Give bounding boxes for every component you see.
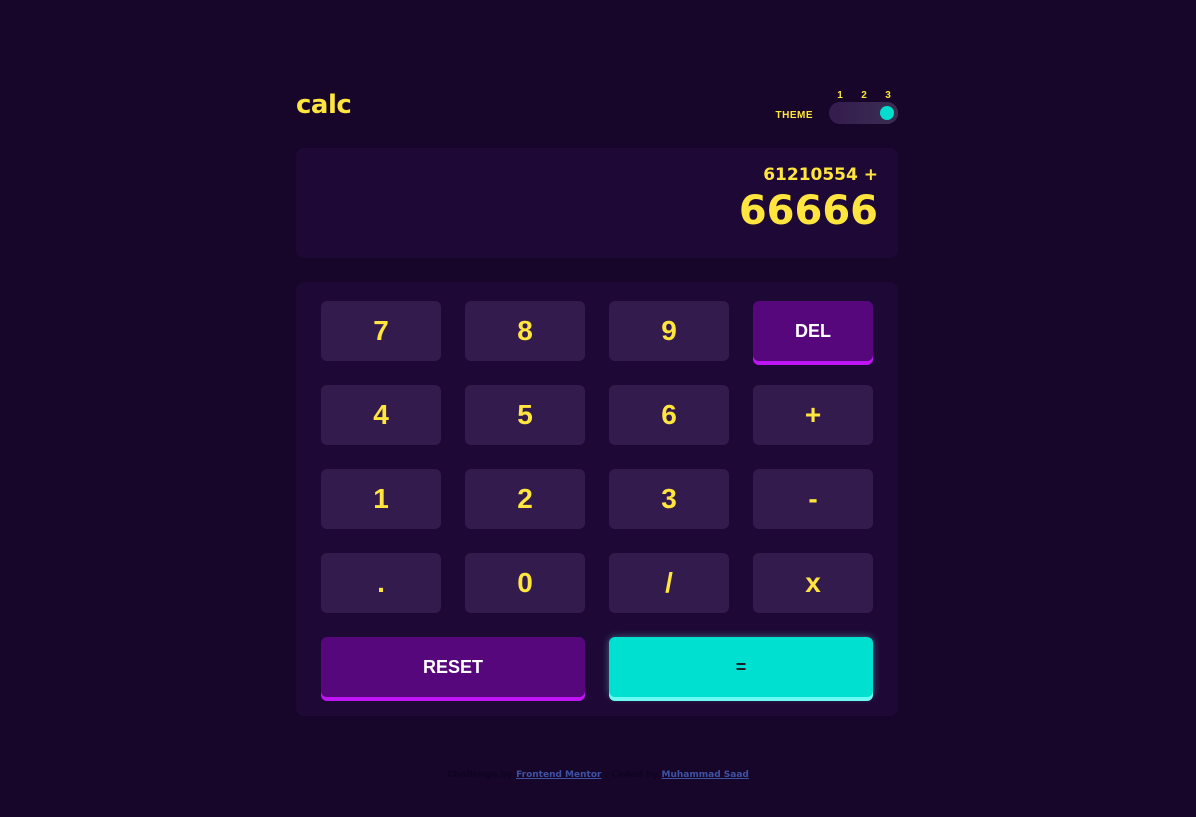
decimal-button[interactable]: . [321,553,441,613]
theme-numbers: 1 2 3 [832,90,892,102]
key-0[interactable]: 0 [465,553,585,613]
theme-option-1[interactable]: 1 [834,90,846,101]
author-link[interactable]: Muhammad Saad [662,770,749,780]
footer-coded-prefix: . Coded by [604,770,659,780]
calculator-display: 61210554 + 66666 [296,148,898,258]
equals-button[interactable]: = [609,637,873,697]
theme-option-2[interactable]: 2 [858,90,870,101]
keypad: 7 8 9 DEL 4 5 6 + 1 2 3 - . 0 / x RESET … [296,282,898,716]
current-value-display: 66666 [738,188,878,234]
plus-button[interactable]: + [753,385,873,445]
key-9[interactable]: 9 [609,301,729,361]
minus-button[interactable]: - [753,469,873,529]
theme-toggle[interactable] [829,102,898,124]
theme-option-3[interactable]: 3 [882,90,894,101]
footer-challenge-prefix: Challenge by [447,770,513,780]
key-8[interactable]: 8 [465,301,585,361]
key-1[interactable]: 1 [321,469,441,529]
expression-display: 61210554 + [763,165,878,185]
calculator-app: calc THEME 1 2 3 61210554 + 66666 7 8 9 … [296,0,898,817]
key-6[interactable]: 6 [609,385,729,445]
theme-toggle-knob[interactable] [880,106,894,120]
footer-attribution: Challenge by Frontend Mentor . Coded by … [0,770,1196,780]
theme-label: THEME [775,110,813,121]
key-5[interactable]: 5 [465,385,585,445]
delete-button[interactable]: DEL [753,301,873,361]
multiply-button[interactable]: x [753,553,873,613]
key-7[interactable]: 7 [321,301,441,361]
divide-button[interactable]: / [609,553,729,613]
reset-button[interactable]: RESET [321,637,585,697]
key-2[interactable]: 2 [465,469,585,529]
app-logo: calc [296,90,352,120]
frontend-mentor-link[interactable]: Frontend Mentor [516,770,601,780]
header: calc THEME 1 2 3 [296,86,898,126]
key-4[interactable]: 4 [321,385,441,445]
key-3[interactable]: 3 [609,469,729,529]
